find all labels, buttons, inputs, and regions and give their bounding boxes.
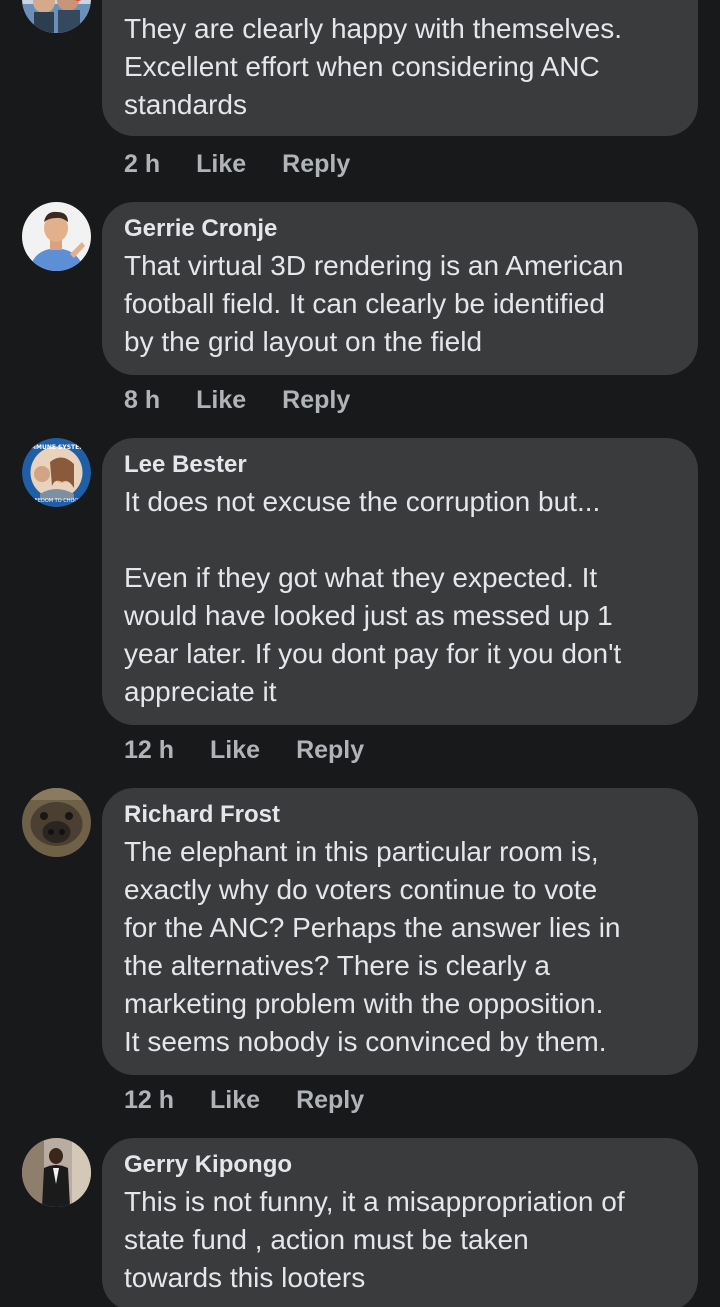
man-in-suit-avatar-icon <box>22 1138 91 1207</box>
comment-timestamp: 12 h <box>124 735 175 764</box>
comment-text: That virtual 3D rendering is an American… <box>124 250 624 357</box>
comment-bubble: Lee Bester It does not excuse the corrup… <box>102 438 698 725</box>
svg-text:IMMUNE SYSTEM: IMMUNE SYSTEM <box>28 444 85 451</box>
avatar[interactable] <box>22 788 91 857</box>
reply-button[interactable]: Reply <box>282 386 350 415</box>
comment-actions: 12 h Like Reply <box>124 1083 364 1117</box>
comment-bubble: They are clearly happy with themselves. … <box>102 0 698 136</box>
like-button[interactable]: Like <box>210 736 260 765</box>
comment-timestamp: 12 h <box>124 1085 175 1114</box>
reply-button[interactable]: Reply <box>282 150 350 179</box>
comment-author[interactable]: Lee Bester <box>124 450 676 480</box>
comment-author[interactable]: Richard Frost <box>124 800 676 830</box>
comment-bubble: Gerry Kipongo This is not funny, it a mi… <box>102 1138 698 1307</box>
like-button[interactable]: Like <box>196 150 246 179</box>
comment-text: They are clearly happy with themselves. … <box>124 13 622 120</box>
avatar[interactable] <box>22 202 91 271</box>
like-button[interactable]: Like <box>210 1086 260 1115</box>
comment-bubble: Richard Frost The elephant in this parti… <box>102 788 698 1075</box>
animal-face-avatar-icon <box>22 788 91 857</box>
comment-actions: 2 h Like Reply <box>124 147 350 181</box>
comment-timestamp: 2 h <box>124 149 161 178</box>
like-button[interactable]: Like <box>196 386 246 415</box>
comment-text: It does not excuse the corruption but...… <box>124 486 622 707</box>
reply-button[interactable]: Reply <box>296 1086 364 1115</box>
comment-author[interactable]: Gerrie Cronje <box>124 214 676 244</box>
avatar[interactable] <box>22 1138 91 1207</box>
avatar[interactable]: IMMUNE SYSTEM FREEDOM TO CHOOSE <box>22 438 91 507</box>
comment-actions: 12 h Like Reply <box>124 733 364 767</box>
avatar[interactable] <box>22 0 91 33</box>
reply-button[interactable]: Reply <box>296 736 364 765</box>
comment-text: The elephant in this particular room is,… <box>124 836 621 1057</box>
man-in-blue-shirt-avatar-icon <box>22 202 91 271</box>
comment-text: This is not funny, it a misappropriation… <box>124 1186 625 1293</box>
comment-author[interactable]: Gerry Kipongo <box>124 1150 676 1180</box>
group-photo-avatar-icon <box>22 0 91 33</box>
badge-frame-avatar-icon: IMMUNE SYSTEM FREEDOM TO CHOOSE <box>22 438 91 507</box>
comment-bubble: Gerrie Cronje That virtual 3D rendering … <box>102 202 698 375</box>
comment-actions: 8 h Like Reply <box>124 383 350 417</box>
svg-text:FREEDOM TO CHOOSE: FREEDOM TO CHOOSE <box>28 498 84 504</box>
comment-timestamp: 8 h <box>124 385 161 414</box>
